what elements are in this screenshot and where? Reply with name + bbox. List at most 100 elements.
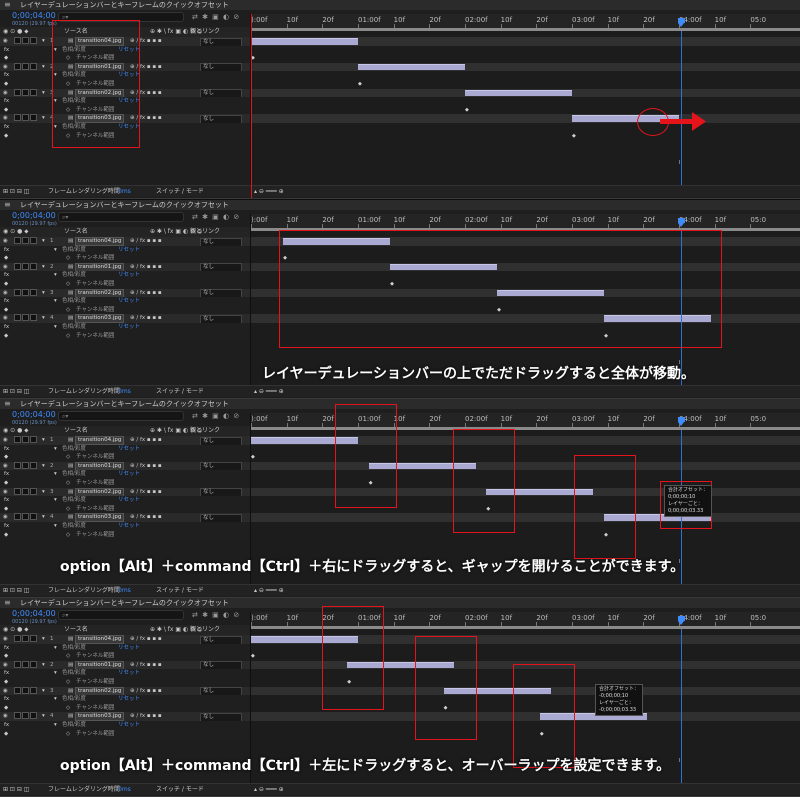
switch-box[interactable] <box>30 314 37 322</box>
reset-link[interactable]: リセット <box>118 246 140 255</box>
layer-search-input[interactable]: ⌕▾ <box>58 212 184 222</box>
layer-duration-bar[interactable] <box>358 63 465 71</box>
keyframe-marker[interactable]: ◆ <box>251 454 255 460</box>
effect-name[interactable]: 色相/彩度 <box>62 271 86 280</box>
switch-box[interactable] <box>30 436 37 443</box>
layer-row[interactable]: ◉ ▾ 2 ▤ transition01.jpg ⊕ / fx ▪ ▪ ▪ なし <box>0 461 250 472</box>
expand-arrow-icon[interactable]: ▾ <box>54 644 57 653</box>
layer-switches[interactable]: ⊕ / fx ▪ ▪ ▪ <box>130 513 162 522</box>
layer-switches[interactable]: ⊕ / fx ▪ ▪ ▪ <box>130 436 162 445</box>
panel-menu-icon[interactable]: ≡ <box>4 399 11 409</box>
layer-row[interactable]: ◉ ▾ 3 ▤ transition02.jpg ⊕ / fx ▪ ▪ ▪ なし <box>0 487 250 498</box>
panel-menu-icon[interactable]: ≡ <box>4 0 11 10</box>
eye-icon[interactable]: ◉ <box>3 488 8 497</box>
property-row[interactable]: fx ▾ 色相/彩度 リセット <box>0 297 250 306</box>
property-row[interactable]: ◆ ◇ チャンネル範囲 <box>0 652 250 661</box>
effect-name[interactable]: 色相/彩度 <box>62 323 86 332</box>
property-row[interactable]: fx ▾ 色相/彩度 リセット <box>0 271 250 280</box>
switch-box[interactable] <box>22 635 29 642</box>
channel-range-label[interactable]: チャンネル範囲 <box>76 704 114 713</box>
expand-arrow-icon[interactable]: ▾ <box>42 462 45 471</box>
eye-icon[interactable]: ◉ <box>3 237 8 246</box>
stopwatch-icon[interactable]: ◇ <box>66 531 70 540</box>
eye-icon[interactable]: ◉ <box>3 289 8 298</box>
switch-box[interactable] <box>22 262 29 270</box>
visibility-icon[interactable]: ◉ ⊙ ● ⬥ <box>3 227 28 237</box>
switch-box[interactable] <box>22 88 29 96</box>
switch-box[interactable] <box>22 513 29 521</box>
reset-link[interactable]: リセット <box>118 496 140 505</box>
layer-row[interactable]: ◉ ▾ 3 ▤ transition02.jpg ⊕ / fx ▪ ▪ ▪ なし <box>0 686 250 697</box>
expand-arrow-icon[interactable]: ▾ <box>42 63 45 72</box>
switch-box[interactable] <box>30 237 37 244</box>
channel-range-label[interactable]: チャンネル範囲 <box>76 453 114 462</box>
keyframe-marker[interactable]: ◆ <box>358 81 362 87</box>
property-row[interactable]: ◆ ◇ チャンネル範囲 <box>0 479 250 488</box>
channel-range-label[interactable]: チャンネル範囲 <box>76 505 114 514</box>
property-row[interactable]: ◆ ◇ チャンネル範囲 <box>0 678 250 687</box>
expand-arrow-icon[interactable]: ▾ <box>42 513 45 522</box>
effect-name[interactable]: 色相/彩度 <box>62 721 86 730</box>
eye-icon[interactable]: ◉ <box>3 114 8 123</box>
layer-switches[interactable]: ⊕ / fx ▪ ▪ ▪ <box>130 289 162 298</box>
visibility-icon[interactable]: ◉ ⊙ ● ⬥ <box>3 27 28 37</box>
expand-arrow-icon[interactable]: ▾ <box>54 445 57 454</box>
effect-name[interactable]: 色相/彩度 <box>62 297 86 306</box>
layer-row[interactable]: ◉ ▾ 4 ▤ transition03.jpg ⊕ / fx ▪ ▪ ▪ なし <box>0 712 250 722</box>
eye-icon[interactable]: ◉ <box>3 687 8 696</box>
current-time-indicator-head[interactable] <box>678 616 685 625</box>
parent-link-header[interactable]: 親とリンク <box>190 426 220 436</box>
eye-icon[interactable]: ◉ <box>3 63 8 72</box>
panel-menu-icon[interactable]: ≡ <box>4 200 11 210</box>
current-time-indicator-line[interactable] <box>681 629 682 783</box>
channel-range-label[interactable]: チャンネル範囲 <box>76 652 114 661</box>
parent-link-header[interactable]: 親とリンク <box>190 625 220 635</box>
property-row[interactable]: fx ▾ 色相/彩度 リセット <box>0 695 250 704</box>
stopwatch-icon[interactable]: ◇ <box>66 453 70 462</box>
expand-arrow-icon[interactable]: ▾ <box>42 263 45 272</box>
layer-switches[interactable]: ⊕ / fx ▪ ▪ ▪ <box>130 263 162 272</box>
keyframe-marker[interactable]: ◆ <box>572 133 576 139</box>
switch-box[interactable] <box>30 660 37 668</box>
layer-switches[interactable]: ⊕ / fx ▪ ▪ ▪ <box>130 314 162 323</box>
switch-box[interactable] <box>22 712 29 720</box>
channel-range-label[interactable]: チャンネル範囲 <box>76 678 114 687</box>
stopwatch-icon[interactable]: ◇ <box>66 704 70 713</box>
layer-switches[interactable]: ⊕ / fx ▪ ▪ ▪ <box>130 687 162 696</box>
switch-box[interactable] <box>30 712 37 720</box>
layer-row[interactable]: ◉ ▾ 3 ▤ transition02.jpg ⊕ / fx ▪ ▪ ▪ なし <box>0 288 250 299</box>
expand-arrow-icon[interactable]: ▾ <box>54 246 57 255</box>
switch-box[interactable] <box>22 660 29 668</box>
expand-arrow-icon[interactable]: ▾ <box>42 712 45 721</box>
switch-box[interactable] <box>30 686 37 694</box>
reset-link[interactable]: リセット <box>118 669 140 678</box>
current-timecode[interactable]: 0;00;04;00 <box>12 211 56 221</box>
source-name-header[interactable]: ソース名 <box>64 625 88 635</box>
expand-arrow-icon[interactable]: ▾ <box>54 323 57 332</box>
timeline-area[interactable]: ◆ ◆ ◆ ◆ <box>251 31 800 185</box>
switch-box[interactable] <box>14 436 21 443</box>
switch-box[interactable] <box>22 114 29 122</box>
property-row[interactable]: fx ▾ 色相/彩度 リセット <box>0 721 250 730</box>
switch-box[interactable] <box>22 436 29 443</box>
stopwatch-icon[interactable]: ◇ <box>66 678 70 687</box>
layer-switches[interactable]: ⊕ / fx ▪ ▪ ▪ <box>130 488 162 497</box>
layer-search-input[interactable]: ⌕▾ <box>58 610 184 620</box>
property-row[interactable]: fx ▾ 色相/彩度 リセット <box>0 496 250 505</box>
property-row[interactable]: fx ▾ 色相/彩度 リセット <box>0 470 250 479</box>
switch-mode-toggle[interactable]: スイッチ / モード <box>156 386 204 397</box>
switch-box[interactable] <box>14 114 21 122</box>
layer-switches[interactable]: ⊕ / fx ▪ ▪ ▪ <box>130 661 162 670</box>
channel-range-label[interactable]: チャンネル範囲 <box>76 280 114 289</box>
channel-range-label[interactable]: チャンネル範囲 <box>76 531 114 540</box>
expand-arrow-icon[interactable]: ▾ <box>42 488 45 497</box>
current-time-indicator-line[interactable] <box>681 31 682 185</box>
current-timecode[interactable]: 0;00;04;00 <box>12 11 56 21</box>
parent-link-header[interactable]: 親とリンク <box>190 27 220 37</box>
switch-box[interactable] <box>22 37 29 44</box>
switch-box[interactable] <box>30 461 37 469</box>
channel-range-label[interactable]: チャンネル範囲 <box>76 479 114 488</box>
footer-icons[interactable]: ⊞ ⊡ ⊟ ◫ <box>3 784 29 795</box>
switch-box[interactable] <box>14 262 21 270</box>
expand-arrow-icon[interactable]: ▾ <box>54 470 57 479</box>
